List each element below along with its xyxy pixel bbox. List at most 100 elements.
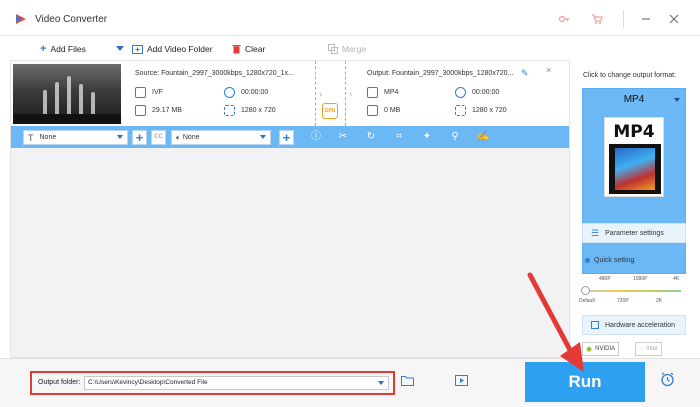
output-size-value: 0 MB: [384, 107, 401, 114]
add-video-folder-button[interactable]: Add Video Folder: [132, 42, 213, 56]
alarm-clock-icon[interactable]: [660, 372, 675, 390]
output-folder-input[interactable]: C:\Users\Kevincy\Desktop\Converted File: [84, 376, 389, 390]
source-filename: Source: Fountain_2997_3000kbps_1280x720_…: [135, 70, 294, 77]
resolution-icon: [224, 105, 235, 116]
folder-icon: [135, 105, 146, 116]
source-resolution: 1280 x 720: [224, 105, 276, 116]
nvidia-checkbox[interactable]: ◉ NVIDIA: [582, 342, 620, 356]
plus-icon: +: [40, 42, 47, 55]
app-logo-icon: [16, 14, 26, 24]
audio-select-value: None: [182, 134, 200, 141]
quick-setting-heading: Quick setting: [585, 257, 634, 264]
subtitle-edit-icon[interactable]: ✍: [477, 131, 489, 143]
quick-setting-label: Quick setting: [594, 257, 635, 264]
bottom-bar: Output folder: C:\Users\Kevincy\Desktop\…: [0, 358, 700, 407]
gpu-icon: GPU: [322, 103, 338, 119]
rotate-icon[interactable]: ↻: [365, 131, 377, 143]
video-file-icon: [135, 87, 146, 98]
chevron-down-icon: [260, 135, 266, 139]
chevron-down-icon: [116, 46, 124, 51]
trash-icon: [232, 45, 241, 54]
title-bar: Video Converter: [0, 0, 700, 36]
quality-slider-track[interactable]: [585, 290, 681, 292]
chevron-down-icon: [674, 98, 680, 102]
resolution-icon: [455, 105, 466, 116]
add-files-label: Add Files: [50, 44, 86, 54]
chevron-down-icon[interactable]: [378, 381, 384, 385]
effects-icon[interactable]: ✦: [421, 131, 433, 143]
trim-icon[interactable]: ✂: [337, 131, 349, 143]
clear-label: Clear: [245, 44, 266, 54]
edit-name-icon[interactable]: ✎: [521, 68, 529, 79]
file-list-area: Source: Fountain_2997_3000kbps_1280x720_…: [10, 60, 570, 358]
tick-720p: 720P: [617, 298, 629, 304]
key-icon[interactable]: [556, 11, 572, 27]
edit-toolbar: T None + CC 🔈︎ None + ⓘ ✂ ↻ ⌗ ✦ ⚲ ✍: [11, 126, 569, 148]
chip-icon: [591, 321, 599, 329]
output-size: 0 MB: [367, 105, 400, 116]
add-files-button[interactable]: + Add Files: [40, 42, 86, 56]
output-format: MP4: [367, 87, 398, 98]
nvidia-logo-icon: ◉: [586, 346, 593, 353]
add-files-dropdown[interactable]: [116, 42, 124, 56]
merge-button[interactable]: Merge: [328, 42, 366, 56]
clear-button[interactable]: Clear: [232, 42, 265, 56]
window-title: Video Converter: [35, 14, 108, 25]
tick-1080p: 1080P: [633, 276, 648, 282]
intel-logo-icon: ◌: [639, 345, 644, 353]
output-resolution-value: 1280 x 720: [472, 107, 507, 114]
conversion-divider-right: [345, 61, 346, 126]
video-file-icon: [367, 87, 378, 98]
source-format: IVF: [135, 87, 163, 98]
intel-label: Intel: [646, 346, 658, 352]
close-icon[interactable]: [666, 11, 682, 27]
folder-icon: [367, 105, 378, 116]
output-format-selector[interactable]: MP4 MP4: [582, 88, 686, 274]
quality-slider-handle[interactable]: [581, 286, 590, 295]
minimize-icon[interactable]: [638, 11, 654, 27]
parameter-settings-button[interactable]: ☰ Parameter settings: [582, 223, 686, 243]
crop-icon[interactable]: ⌗: [393, 131, 405, 143]
tick-2k: 2K: [656, 298, 663, 304]
add-subtitle-button[interactable]: +: [132, 130, 147, 145]
info-icon[interactable]: ⓘ: [310, 131, 322, 143]
add-audio-button[interactable]: +: [279, 130, 294, 145]
output-filename: Output: Fountain_2997_3000kbps_1280x720.…: [367, 70, 514, 77]
source-duration-value: 00:00:00: [241, 89, 269, 96]
chevron-right-icon: ›: [349, 89, 353, 100]
output-format-value: MP4: [384, 89, 399, 96]
chevron-down-icon: [117, 135, 123, 139]
subtitle-select-value: None: [39, 134, 57, 141]
text-icon: T: [28, 132, 34, 143]
output-format-panel: Click to change output format: MP4 MP4 ☰…: [575, 60, 695, 358]
mp4-icon-label: MP4: [613, 122, 655, 142]
intel-checkbox[interactable]: ◌ Intel: [635, 342, 662, 356]
output-folder-path: C:\Users\Kevincy\Desktop\Converted File: [88, 379, 208, 386]
clock-icon: [224, 87, 235, 98]
tick-4k: 4K: [673, 276, 680, 282]
file-item[interactable]: Source: Fountain_2997_3000kbps_1280x720_…: [11, 61, 569, 126]
watermark-icon[interactable]: ⚲: [449, 131, 461, 143]
quick-setting-icon: [585, 258, 590, 263]
parameter-settings-label: Parameter settings: [605, 229, 664, 237]
run-button[interactable]: Run: [525, 362, 645, 402]
hardware-acceleration-heading: Hardware acceleration: [582, 315, 686, 335]
video-thumbnail[interactable]: [13, 64, 121, 124]
output-folder-highlight: Output folder: C:\Users\Kevincy\Desktop\…: [30, 371, 395, 395]
merge-label: Merge: [342, 44, 367, 54]
output-folder-label: Output folder:: [38, 379, 81, 386]
sliders-icon: ☰: [591, 227, 600, 238]
output-preview-icon[interactable]: [455, 374, 468, 389]
output-format-name: MP4: [623, 94, 645, 105]
open-folder-icon[interactable]: [401, 374, 414, 389]
tick-default: Default: [579, 298, 595, 304]
mp4-format-icon: MP4: [604, 117, 664, 197]
folder-plus-icon: [132, 45, 143, 54]
subtitle-select[interactable]: T None: [23, 130, 128, 145]
remove-file-icon[interactable]: ×: [546, 65, 551, 75]
audio-track-select[interactable]: 🔈︎ None: [171, 130, 271, 145]
cc-button[interactable]: CC: [151, 130, 166, 145]
cart-icon[interactable]: [589, 11, 605, 27]
clock-icon: [455, 87, 466, 98]
merge-icon: [328, 44, 338, 54]
